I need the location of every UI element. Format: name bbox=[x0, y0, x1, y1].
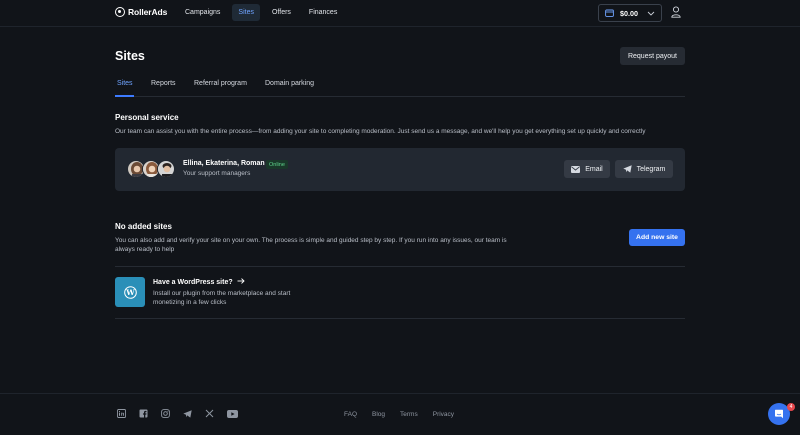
manager-names: Ellina, Ekaterina, Roman bbox=[183, 160, 265, 167]
social-links bbox=[117, 409, 238, 418]
logo-text: RollerAds bbox=[128, 7, 168, 17]
svg-text:W: W bbox=[125, 288, 135, 297]
no-sites-description: You can also add and verify your site on… bbox=[115, 237, 507, 253]
logo[interactable]: RollerAds bbox=[115, 7, 167, 17]
wallet-icon bbox=[605, 9, 614, 17]
x-icon[interactable] bbox=[205, 409, 214, 418]
support-card: Ellina, Ekaterina, Roman Online Your sup… bbox=[115, 148, 685, 191]
nav-campaigns[interactable]: Campaigns bbox=[179, 4, 226, 21]
divider bbox=[115, 266, 685, 267]
add-new-site-button[interactable]: Add new site bbox=[629, 229, 685, 246]
chat-notification-badge: 4 bbox=[787, 403, 795, 411]
linkedin-icon[interactable] bbox=[117, 409, 126, 418]
nav-sites[interactable]: Sites bbox=[232, 4, 260, 21]
user-icon[interactable] bbox=[671, 6, 681, 18]
instagram-icon[interactable] bbox=[161, 409, 170, 418]
logo-icon bbox=[115, 7, 125, 17]
telegram-button[interactable]: Telegram bbox=[615, 160, 673, 178]
mail-icon bbox=[571, 165, 581, 173]
balance-amount: $0.00 bbox=[620, 8, 638, 18]
request-payout-button[interactable]: Request payout bbox=[620, 47, 685, 65]
email-button[interactable]: Email bbox=[564, 160, 610, 178]
top-navigation-bar: RollerAds Campaigns Sites Offers Finance… bbox=[0, 0, 800, 27]
active-tab-indicator bbox=[115, 95, 134, 97]
footer-link-privacy[interactable]: Privacy bbox=[433, 411, 454, 418]
youtube-icon[interactable] bbox=[227, 409, 238, 418]
footer-link-terms[interactable]: Terms bbox=[400, 411, 418, 418]
wordpress-logo: W bbox=[115, 277, 145, 307]
tab-sites[interactable]: Sites bbox=[117, 80, 133, 87]
telegram-icon[interactable] bbox=[183, 409, 192, 418]
tab-domain-parking[interactable]: Domain parking bbox=[265, 80, 314, 87]
wordpress-link[interactable]: Have a WordPress site? bbox=[153, 278, 245, 286]
no-sites-title: No added sites bbox=[115, 222, 172, 231]
footer-link-faq[interactable]: FAQ bbox=[344, 411, 357, 418]
manager-avatars bbox=[127, 160, 177, 178]
chevron-down-icon bbox=[647, 11, 655, 16]
personal-service-description: Our team can assist you with the entire … bbox=[115, 128, 646, 135]
telegram-button-label: Telegram bbox=[636, 165, 666, 173]
online-badge: Online bbox=[266, 160, 288, 169]
telegram-icon bbox=[622, 165, 632, 173]
footer-links: FAQ Blog Terms Privacy bbox=[344, 411, 454, 418]
tab-referral-program[interactable]: Referral program bbox=[194, 80, 247, 87]
divider bbox=[115, 318, 685, 319]
nav-finances[interactable]: Finances bbox=[303, 4, 343, 21]
avatar bbox=[157, 160, 175, 178]
footer-link-blog[interactable]: Blog bbox=[372, 411, 385, 418]
wordpress-icon: W bbox=[123, 285, 137, 299]
wordpress-title: Have a WordPress site? bbox=[153, 279, 233, 286]
personal-service-title: Personal service bbox=[115, 113, 179, 122]
email-button-label: Email bbox=[585, 165, 603, 173]
nav-offers[interactable]: Offers bbox=[266, 4, 297, 21]
tab-reports[interactable]: Reports bbox=[151, 80, 176, 87]
arrow-right-icon bbox=[237, 278, 245, 284]
chat-icon bbox=[775, 409, 783, 419]
tabs: Sites Reports Referral program Domain pa… bbox=[115, 76, 685, 97]
facebook-icon[interactable] bbox=[139, 409, 148, 418]
main-nav: Campaigns Sites Offers Finances bbox=[179, 4, 343, 21]
balance-dropdown[interactable]: $0.00 bbox=[598, 4, 662, 22]
manager-subtitle: Your support managers bbox=[183, 170, 251, 177]
footer-divider bbox=[0, 393, 800, 394]
page-title: Sites bbox=[115, 49, 145, 63]
wordpress-description: Install our plugin from the marketplace … bbox=[153, 290, 291, 306]
